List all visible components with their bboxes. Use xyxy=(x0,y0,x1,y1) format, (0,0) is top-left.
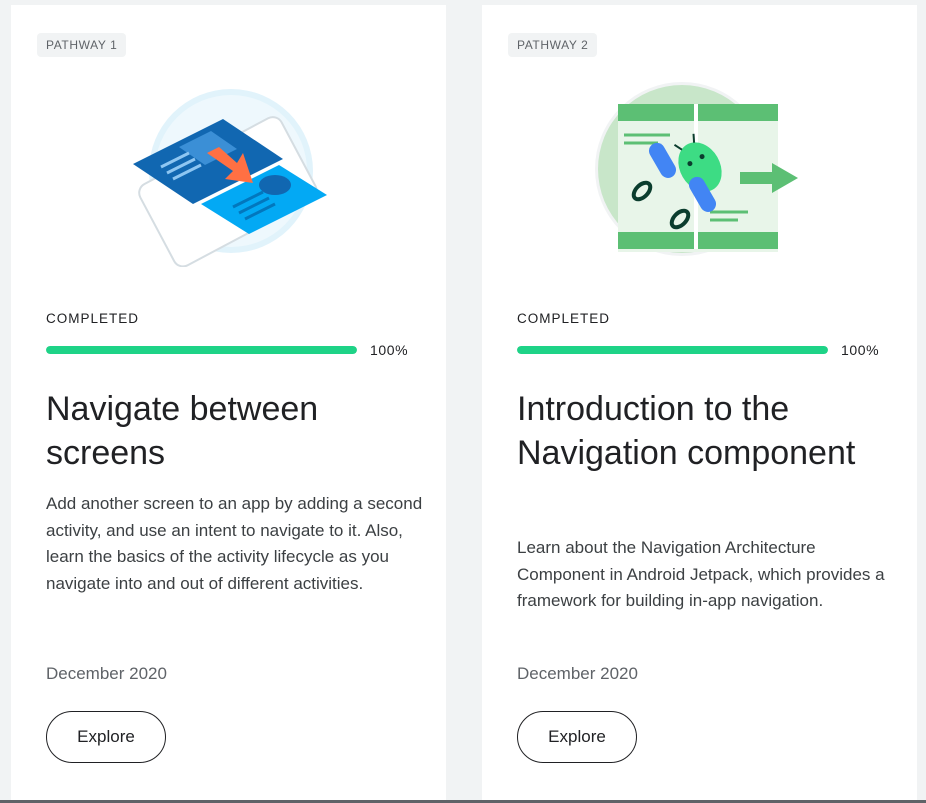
explore-button[interactable]: Explore xyxy=(517,711,637,763)
pathway-card-1: PATHWAY 1 COMPLETED 100% Navigate betwee… xyxy=(11,5,446,803)
navigation-component-illustration xyxy=(595,82,798,256)
pathway-date: December 2020 xyxy=(46,664,167,683)
pathway-title: Navigate between screens xyxy=(46,390,319,472)
explore-button[interactable]: Explore xyxy=(46,711,166,763)
progress-fill xyxy=(517,346,828,354)
progress-bar xyxy=(517,346,828,354)
pathway-description: Learn about the Navigation Architecture … xyxy=(517,538,885,610)
progress-bar xyxy=(46,346,357,354)
completion-status: COMPLETED xyxy=(46,311,140,326)
pathway-badge: PATHWAY 1 xyxy=(37,33,127,57)
navigate-screens-illustration xyxy=(133,89,327,267)
progress-percent: 100% xyxy=(841,342,880,358)
pathway-card-2: PATHWAY 2 COMPLETED 100% Introduction to… xyxy=(482,5,917,803)
pathway-badge: PATHWAY 2 xyxy=(508,33,598,57)
progress-fill xyxy=(46,346,357,354)
pathway-description: Add another screen to an app by adding a… xyxy=(46,494,423,593)
pathway-date: December 2020 xyxy=(517,664,638,683)
pathway-title: Introduction to the Navigation component xyxy=(517,390,856,472)
completion-status: COMPLETED xyxy=(517,311,611,326)
progress-percent: 100% xyxy=(370,342,409,358)
